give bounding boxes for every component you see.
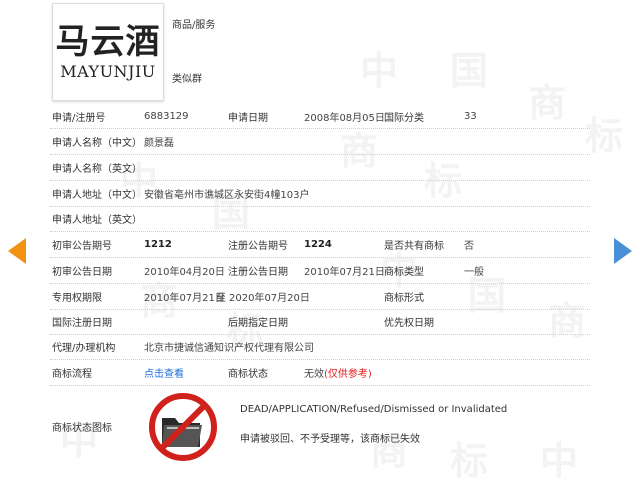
- status-description-cn: 申请被驳回、不予受理等，该商标已失效: [240, 434, 420, 445]
- row-process: 商标流程 点击查看 商标状态 无效 (仅供参考): [50, 359, 590, 386]
- applicant-en-label: 申请人名称（英文）: [52, 163, 142, 175]
- row-exclusive: 专用权期限 2010年07月21日 至 2020年07月20日 商标形式: [50, 283, 590, 310]
- applicant-cn-label: 申请人名称（中文）: [52, 137, 142, 149]
- similar-group-label: 类似群: [172, 74, 202, 85]
- row-prelim-date: 初审公告日期 2010年04月20日 注册公告日期 2010年07月21日 商标…: [50, 257, 590, 284]
- address-cn-value: 安徽省亳州市谯城区永安街4幢103户: [144, 189, 310, 201]
- row-applicant-en: 申请人名称（英文）: [50, 154, 590, 181]
- agent-value: 北京市捷诚信通知识产权代理有限公司: [144, 343, 314, 354]
- trademark-image: 马云酒 MAYUNJIU: [52, 3, 164, 101]
- prohibited-folder-icon: [149, 393, 217, 461]
- watermark-char: 标: [585, 113, 624, 158]
- exclusive-end: 2020年07月20日: [229, 292, 310, 304]
- shared-value: 否: [464, 240, 474, 252]
- reg-pub-date-label: 注册公告日期: [228, 266, 288, 278]
- exclusive-label: 专用权期限: [52, 292, 102, 304]
- intl-class-label: 国际分类: [384, 112, 424, 124]
- applicant-cn-value: 颜景磊: [144, 137, 174, 149]
- apply-date-value: 2008年08月05日: [304, 112, 385, 124]
- row-agent: 代理/办理机构 北京市捷诚信通知识产权代理有限公司: [50, 334, 590, 360]
- tm-status-text: 无效: [304, 368, 324, 380]
- intl-reg-date-label: 国际注册日期: [52, 318, 112, 329]
- row-status-icon: 商标状态图标: [50, 385, 590, 467]
- trademark-cn-text: 马云酒: [55, 22, 161, 62]
- watermark-char: 中: [360, 48, 399, 93]
- tm-type-label: 商标类型: [384, 266, 424, 278]
- row-intl: 国际注册日期 后期指定日期 优先权日期: [50, 309, 590, 335]
- reg-pub-no-label: 注册公告期号: [228, 240, 288, 252]
- priority-date-label: 优先权日期: [384, 318, 434, 329]
- reg-pub-date-value: 2010年07月21日: [304, 266, 385, 278]
- reg-no-label: 申请/注册号: [52, 112, 106, 124]
- status-description-en: DEAD/APPLICATION/Refused/Dismissed or In…: [240, 404, 508, 415]
- agent-label: 代理/办理机构: [52, 343, 116, 354]
- intl-class-value: 33: [464, 110, 477, 122]
- late-designation-label: 后期指定日期: [228, 318, 288, 329]
- row-address-en: 申请人地址（英文）: [50, 206, 590, 232]
- trademark-en-text: MAYUNJIU: [60, 62, 156, 81]
- reg-no-value: 6883129: [144, 110, 189, 122]
- exclusive-start: 2010年07月21日: [144, 292, 225, 304]
- address-cn-label: 申请人地址（中文）: [52, 189, 142, 201]
- shared-label: 是否共有商标: [384, 240, 444, 252]
- arrow-left-icon[interactable]: [8, 238, 26, 264]
- row-applicant-cn: 申请人名称（中文） 颜景磊: [50, 128, 590, 155]
- reg-pub-no-value: 1224: [304, 238, 332, 250]
- row-registration: 申请/注册号 6883129 申请日期 2008年08月05日 国际分类 33: [50, 104, 590, 129]
- tm-type-value: 一般: [464, 266, 484, 278]
- apply-date-label: 申请日期: [228, 112, 268, 124]
- row-address-cn: 申请人地址（中文） 安徽省亳州市谯城区永安街4幢103户: [50, 180, 590, 207]
- process-view-link[interactable]: 点击查看: [144, 359, 184, 385]
- tm-status-note: (仅供参考): [324, 368, 372, 380]
- tm-status-label: 商标状态: [228, 368, 268, 380]
- watermark-char: 国: [450, 48, 489, 93]
- row-prelim-no: 初审公告期号 1212 注册公告期号 1224 是否共有商标 否: [50, 231, 590, 258]
- prelim-no-label: 初审公告期号: [52, 240, 112, 252]
- prelim-date-label: 初审公告日期: [52, 266, 112, 278]
- address-en-label: 申请人地址（英文）: [52, 215, 142, 226]
- tm-status-value: 无效 (仅供参考): [304, 359, 372, 385]
- goods-services-label: 商品/服务: [172, 20, 216, 31]
- prelim-date-value: 2010年04月20日: [144, 266, 225, 278]
- exclusive-sep: 至: [216, 292, 226, 304]
- arrow-right-icon[interactable]: [614, 238, 632, 264]
- tm-form-label: 商标形式: [384, 292, 424, 304]
- status-icon-label: 商标状态图标: [52, 422, 112, 434]
- prelim-no-value: 1212: [144, 238, 172, 250]
- process-label: 商标流程: [52, 368, 92, 380]
